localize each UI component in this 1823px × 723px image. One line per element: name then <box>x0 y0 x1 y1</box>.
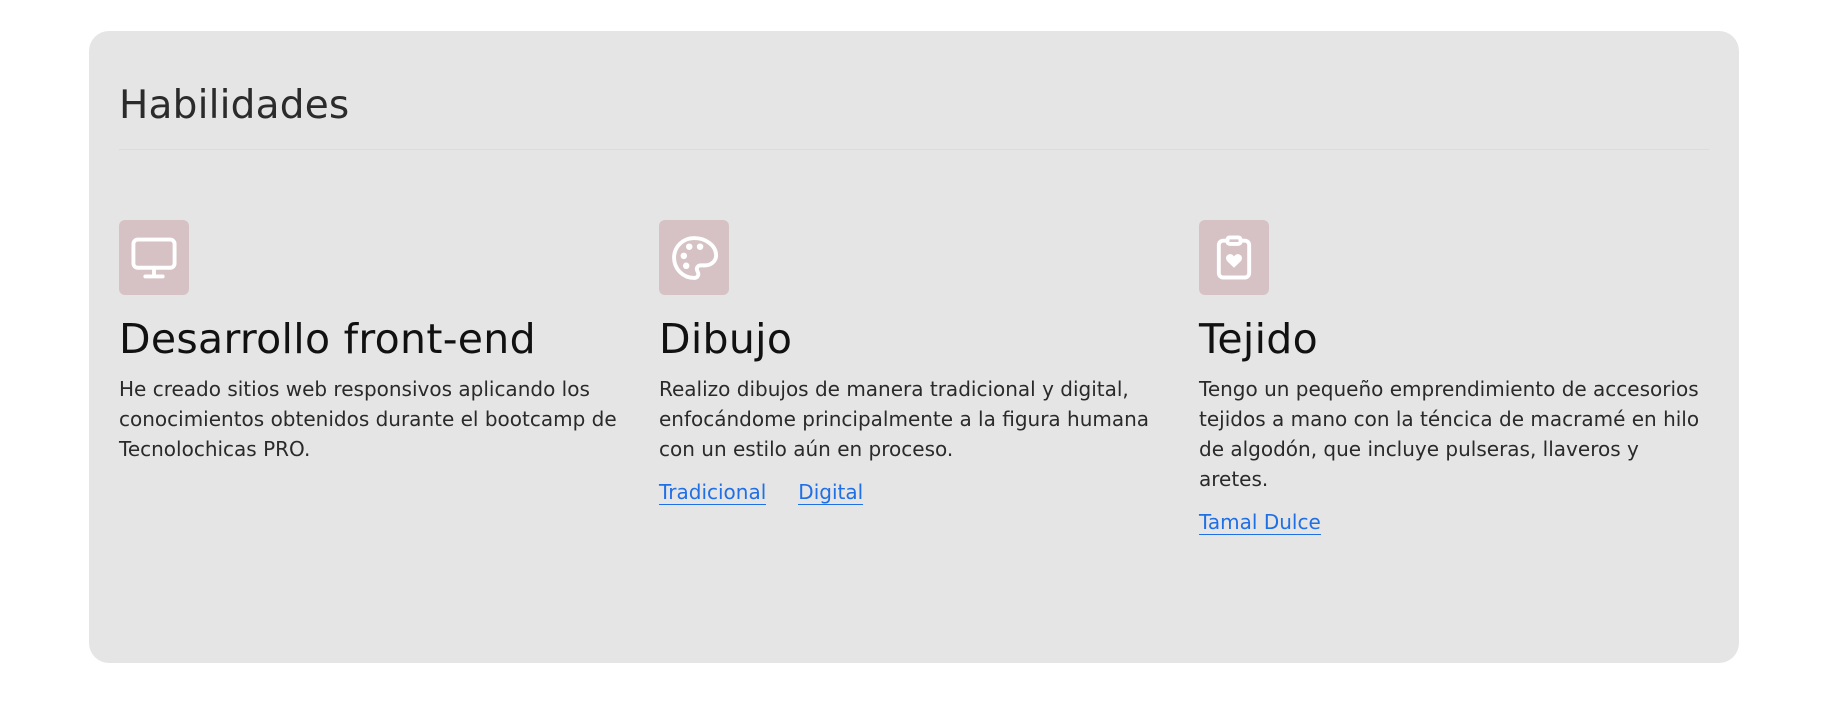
skill-card-tejido: Tejido Tengo un pequeño emprendimiento d… <box>1199 220 1709 536</box>
link-tradicional[interactable]: Tradicional <box>659 480 767 506</box>
section-title: Habilidades <box>119 83 350 128</box>
palette-icon <box>659 220 729 295</box>
link-tamal-dulce[interactable]: Tamal Dulce <box>1199 510 1321 536</box>
skill-links: Tradicional Digital <box>659 480 864 506</box>
skill-card-dibujo: Dibujo Realizo dibujos de manera tradici… <box>659 220 1169 535</box>
skill-title: Dibujo <box>659 315 793 363</box>
skill-description: He creado sitios web responsivos aplican… <box>119 377 617 462</box>
skill-title: Desarrollo front-end <box>119 315 536 363</box>
clipboard-heart-icon <box>1199 220 1269 295</box>
skill-title: Tejido <box>1199 315 1318 363</box>
skills-list: Desarrollo front-end He creado sitios we… <box>119 220 1709 536</box>
section-divider <box>119 149 1709 150</box>
link-digital[interactable]: Digital <box>798 480 864 506</box>
skill-card-frontend: Desarrollo front-end He creado sitios we… <box>119 220 629 535</box>
skill-description: Tengo un pequeño emprendimiento de acces… <box>1199 377 1700 492</box>
skill-description: Realizo dibujos de manera tradicional y … <box>659 377 1150 462</box>
monitor-icon <box>119 220 189 295</box>
skill-links: Tamal Dulce <box>1199 510 1321 536</box>
skills-section: Habilidades Desarrollo front-end He crea… <box>89 31 1739 663</box>
